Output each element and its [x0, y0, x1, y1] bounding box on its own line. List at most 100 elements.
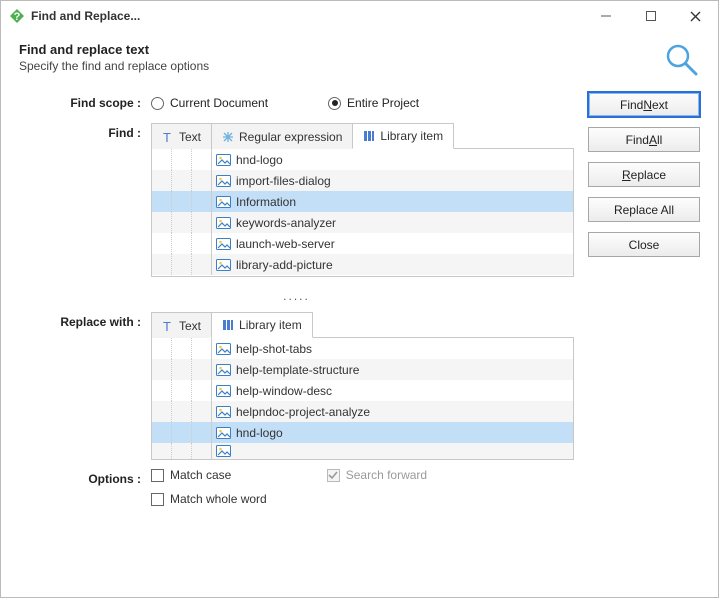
image-icon [212, 196, 234, 208]
row-gutter [152, 338, 212, 359]
image-icon [212, 427, 234, 439]
separator-ellipsis: ..... [19, 285, 574, 311]
svg-text:T: T [163, 320, 171, 332]
list-item-label: import-files-dialog [234, 174, 331, 188]
list-item-label: library-add-picture [234, 258, 333, 272]
header-subtitle: Specify the find and replace options [19, 59, 209, 73]
tab-find-library[interactable]: Library item [352, 123, 454, 149]
image-icon [212, 259, 234, 271]
window-title: Find and Replace... [31, 9, 583, 23]
row-gutter [152, 212, 212, 233]
image-icon [212, 406, 234, 418]
radio-label: Current Document [170, 96, 268, 110]
radio-icon [328, 97, 341, 110]
replace-all-button[interactable]: Replace All [588, 197, 700, 222]
minimize-button[interactable] [583, 1, 628, 31]
window-controls [583, 1, 718, 31]
list-item-label: helpndoc-project-analyze [234, 405, 370, 419]
dialog-window: ? Find and Replace... Find and replace t… [0, 0, 719, 598]
replace-library-list[interactable]: help-shot-tabs help-template-structure hel… [151, 338, 574, 460]
magnifier-icon [664, 42, 700, 78]
svg-text:T: T [163, 131, 171, 143]
image-icon [212, 343, 234, 355]
row-gutter [152, 170, 212, 191]
list-item[interactable]: help-window-desc [152, 380, 573, 401]
list-item[interactable]: hnd-logo [152, 149, 573, 170]
list-item-label: help-template-structure [234, 363, 359, 377]
close-window-button[interactable] [673, 1, 718, 31]
image-icon [212, 175, 234, 187]
find-library-list[interactable]: hnd-logo import-files-dialog Information ke… [151, 149, 574, 277]
checkbox-label: Match whole word [170, 492, 267, 506]
dialog-content: Find and replace text Specify the find a… [1, 31, 718, 597]
list-item[interactable]: help-template-structure [152, 359, 573, 380]
list-item-label: help-shot-tabs [234, 342, 312, 356]
checkbox-icon [151, 493, 164, 506]
row-gutter [152, 401, 212, 422]
image-icon [212, 154, 234, 166]
radio-label: Entire Project [347, 96, 419, 110]
list-item[interactable]: help-shot-tabs [152, 338, 573, 359]
list-item[interactable] [152, 443, 573, 459]
image-icon [212, 385, 234, 397]
list-item[interactable]: launch-web-server [152, 233, 573, 254]
svg-text:?: ? [14, 11, 21, 23]
regex-icon [222, 131, 234, 143]
text-icon: T [162, 131, 174, 143]
radio-icon [151, 97, 164, 110]
checkbox-label: Match case [170, 468, 231, 482]
find-all-button[interactable]: Find All [588, 127, 700, 152]
row-gutter [152, 149, 212, 170]
list-item[interactable]: import-files-dialog [152, 170, 573, 191]
tab-replace-library[interactable]: Library item [211, 312, 313, 338]
list-item-label: Information [234, 195, 296, 209]
find-next-button[interactable]: Find Next [588, 92, 700, 117]
tab-label: Regular expression [239, 130, 342, 144]
image-icon [212, 217, 234, 229]
list-item-label: hnd-logo [234, 153, 283, 167]
list-item[interactable]: hnd-logo [152, 422, 573, 443]
checkbox-match-case[interactable]: Match case [151, 468, 267, 482]
find-label: Find : [19, 122, 151, 277]
tab-label: Text [179, 130, 201, 144]
tab-label: Library item [239, 318, 302, 332]
tab-label: Text [179, 319, 201, 333]
image-icon [212, 364, 234, 376]
maximize-button[interactable] [628, 1, 673, 31]
row-gutter [152, 191, 212, 212]
checkbox-icon [327, 469, 340, 482]
list-item-label: keywords-analyzer [234, 216, 336, 230]
replace-with-label: Replace with : [19, 311, 151, 460]
radio-entire-project[interactable]: Entire Project [328, 96, 419, 110]
radio-current-document[interactable]: Current Document [151, 96, 268, 110]
tab-find-regex[interactable]: Regular expression [211, 123, 353, 149]
replace-button[interactable]: Replace [588, 162, 700, 187]
list-item[interactable]: helpndoc-project-analyze [152, 401, 573, 422]
row-gutter [152, 254, 212, 275]
row-gutter [152, 380, 212, 401]
options-label: Options : [19, 468, 151, 506]
image-icon [212, 238, 234, 250]
checkbox-label: Search forward [346, 468, 427, 482]
list-item[interactable]: keywords-analyzer [152, 212, 573, 233]
list-item-label: hnd-logo [234, 426, 283, 440]
list-item-label: help-window-desc [234, 384, 332, 398]
header-title: Find and replace text [19, 42, 209, 57]
list-item[interactable]: Information [152, 191, 573, 212]
find-tabs: T Text Regular expression Library item [151, 122, 574, 149]
row-gutter [152, 422, 212, 443]
titlebar: ? Find and Replace... [1, 1, 718, 31]
tab-find-text[interactable]: T Text [151, 123, 212, 149]
replace-tabs: T Text Library item [151, 311, 574, 338]
library-icon [363, 130, 375, 142]
library-icon [222, 319, 234, 331]
close-button[interactable]: Close [588, 232, 700, 257]
checkbox-icon [151, 469, 164, 482]
app-icon: ? [9, 8, 25, 24]
row-gutter [152, 359, 212, 380]
list-item-label: launch-web-server [234, 237, 335, 251]
tab-replace-text[interactable]: T Text [151, 312, 212, 338]
find-scope-label: Find scope : [19, 92, 151, 114]
checkbox-match-whole-word[interactable]: Match whole word [151, 492, 267, 506]
list-item[interactable]: library-add-picture [152, 254, 573, 275]
